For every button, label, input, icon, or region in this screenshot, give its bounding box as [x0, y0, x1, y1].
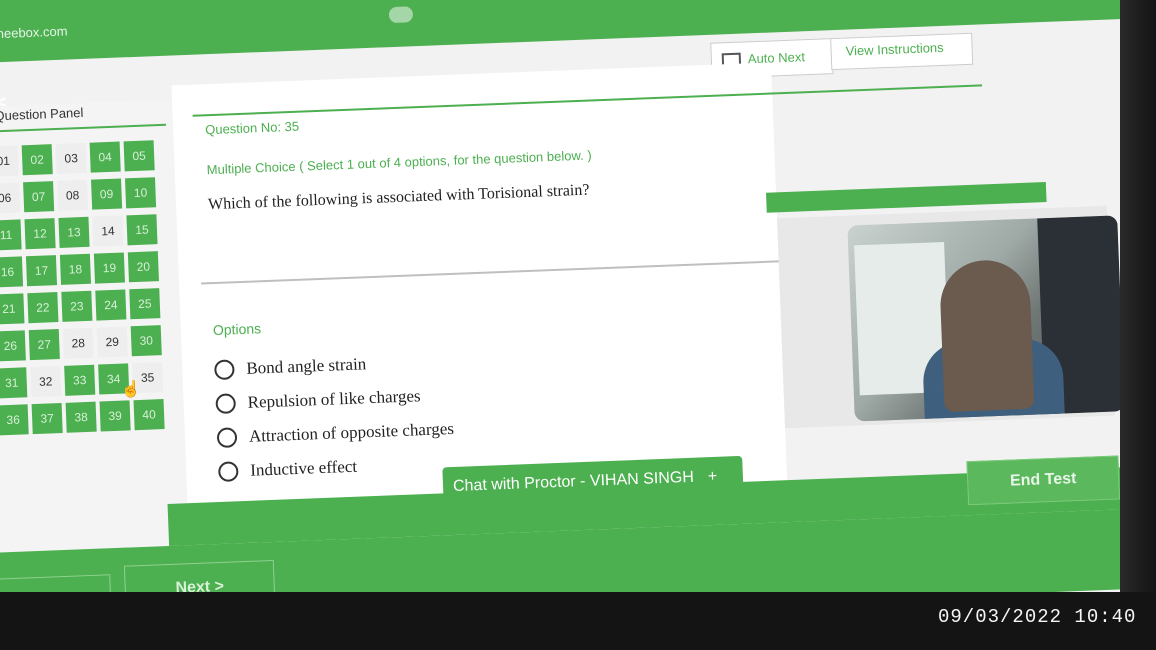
- option-text: Inductive effect: [249, 456, 358, 480]
- question-button-11[interactable]: 11: [0, 219, 22, 251]
- question-button-17[interactable]: 17: [25, 255, 58, 287]
- question-button-31[interactable]: 31: [0, 367, 28, 399]
- question-button-13[interactable]: 13: [58, 216, 90, 248]
- question-button-06[interactable]: 06: [0, 182, 21, 214]
- question-button-14[interactable]: 14: [92, 215, 124, 247]
- question-grid: 01 02 03 04 05 06 07 08 09 10 11 12 13 14 15 16 17 18 19 20…: [0, 140, 169, 436]
- question-button-20[interactable]: 20: [127, 251, 159, 283]
- question-button-12[interactable]: 12: [24, 218, 56, 250]
- question-button-33[interactable]: 33: [64, 364, 96, 396]
- view-instructions-label: View Instructions: [845, 39, 944, 59]
- radio-button[interactable]: [215, 393, 237, 415]
- question-button-10[interactable]: 10: [124, 177, 157, 209]
- monitor-bezel: [1120, 0, 1156, 650]
- question-button-04[interactable]: 04: [89, 141, 121, 173]
- question-button-07[interactable]: 07: [23, 181, 55, 213]
- timer-icon: [388, 6, 414, 24]
- options-label: Options: [212, 320, 262, 339]
- question-button-36[interactable]: 36: [0, 404, 29, 436]
- plus-icon: +: [707, 467, 718, 486]
- question-button-03[interactable]: 03: [55, 142, 87, 174]
- chat-label: Chat with Proctor - VIHAN SINGH: [452, 468, 695, 496]
- question-button-27[interactable]: 27: [28, 329, 60, 361]
- question-button-19[interactable]: 19: [93, 252, 125, 284]
- question-button-23[interactable]: 23: [61, 290, 93, 322]
- question-button-08[interactable]: 08: [57, 179, 89, 211]
- question-button-16[interactable]: 16: [0, 256, 24, 288]
- end-test-button[interactable]: End Test: [966, 455, 1121, 506]
- question-button-09[interactable]: 09: [91, 178, 123, 210]
- question-button-38[interactable]: 38: [65, 401, 97, 433]
- question-button-01[interactable]: 01: [0, 145, 19, 177]
- question-button-40[interactable]: 40: [133, 399, 165, 431]
- question-button-39[interactable]: 39: [99, 400, 131, 432]
- webcam-header: [766, 182, 1047, 213]
- question-button-32[interactable]: 32: [30, 366, 62, 398]
- radio-button[interactable]: [214, 359, 235, 381]
- question-button-21[interactable]: 21: [0, 293, 25, 325]
- question-button-22[interactable]: 22: [27, 292, 59, 324]
- question-button-29[interactable]: 29: [96, 326, 128, 358]
- screen: wheebox.com < Auto Next View Instruction…: [0, 0, 1156, 650]
- question-button-05[interactable]: 05: [123, 140, 155, 172]
- question-button-26[interactable]: 26: [0, 330, 26, 362]
- webcam-feed: [847, 215, 1125, 422]
- site-url: wheebox.com: [0, 23, 68, 42]
- photo-timestamp: 09/03/2022 10:40: [938, 606, 1137, 628]
- radio-button[interactable]: [217, 461, 239, 483]
- person-face-image: [938, 258, 1035, 413]
- question-button-24[interactable]: 24: [95, 289, 127, 321]
- question-button-15[interactable]: 15: [126, 214, 158, 246]
- view-instructions-button[interactable]: View Instructions: [830, 32, 974, 71]
- exam-window: wheebox.com < Auto Next View Instruction…: [0, 0, 1153, 650]
- radio-button[interactable]: [216, 427, 238, 449]
- question-button-18[interactable]: 18: [59, 253, 92, 285]
- question-button-37[interactable]: 37: [31, 402, 63, 435]
- question-button-02[interactable]: 02: [21, 144, 53, 176]
- question-button-25[interactable]: 25: [129, 288, 161, 320]
- question-button-30[interactable]: 30: [130, 325, 162, 357]
- question-button-28[interactable]: 28: [62, 327, 94, 359]
- hand-cursor-icon: ☝: [120, 380, 142, 399]
